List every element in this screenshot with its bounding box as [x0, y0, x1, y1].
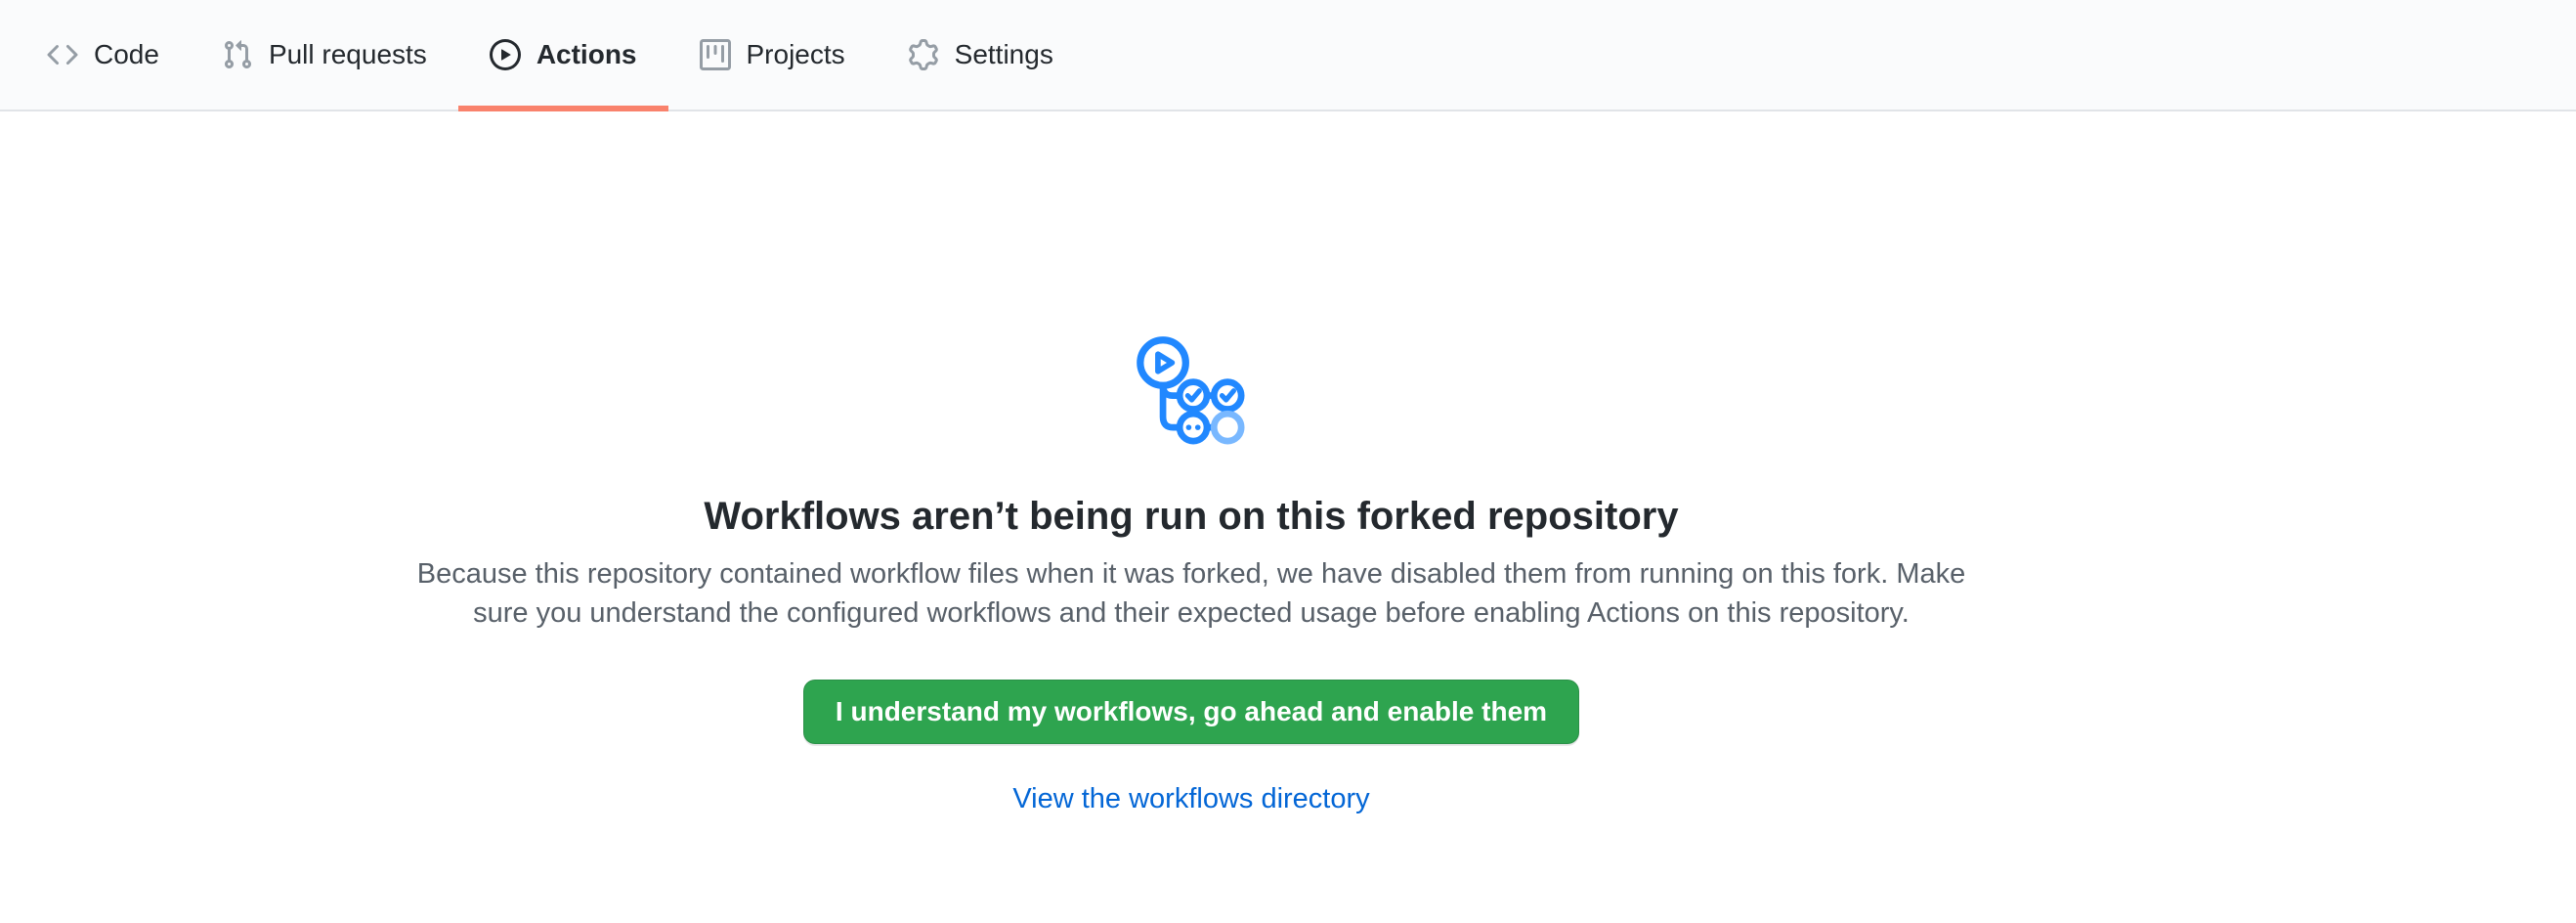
tab-code[interactable]: Code: [16, 0, 191, 110]
actions-disabled-blankslate: Workflows aren’t being run on this forke…: [0, 111, 2383, 815]
play-icon: [490, 39, 521, 70]
enable-workflows-button[interactable]: I understand my workflows, go ahead and …: [803, 680, 1579, 744]
code-icon: [47, 39, 78, 70]
gear-icon: [908, 39, 939, 70]
git-pull-request-icon: [222, 39, 253, 70]
tab-label: Code: [94, 41, 159, 68]
project-icon: [700, 39, 731, 70]
workflow-graph-icon: [1131, 332, 1252, 454]
tab-label: Settings: [955, 41, 1053, 68]
tab-label: Projects: [747, 41, 845, 68]
tab-pull-requests[interactable]: Pull requests: [191, 0, 458, 110]
blankslate-description: Because this repository contained workfl…: [405, 554, 1978, 633]
tab-projects[interactable]: Projects: [668, 0, 877, 110]
view-workflows-directory-link[interactable]: View the workflows directory: [1012, 783, 1369, 815]
repo-tab-nav: Code Pull requests Actions Projects Sett…: [0, 0, 2576, 111]
tab-settings[interactable]: Settings: [877, 0, 1085, 110]
blankslate-title: Workflows aren’t being run on this forke…: [704, 495, 1678, 539]
tab-actions[interactable]: Actions: [458, 0, 668, 110]
tab-label: Actions: [537, 41, 637, 68]
tab-label: Pull requests: [269, 41, 427, 68]
